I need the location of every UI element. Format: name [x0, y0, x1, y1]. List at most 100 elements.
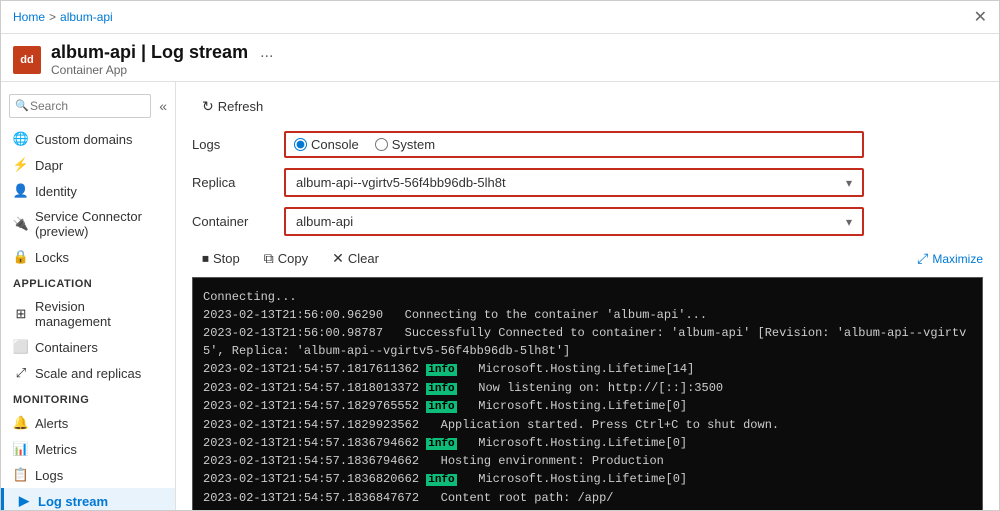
sidebar-item-label: Service Connector (preview)	[35, 209, 163, 239]
sidebar-item-label: Logs	[35, 468, 63, 483]
sidebar-section-application: Application	[1, 270, 175, 294]
maximize-button[interactable]: ⤢ Maximize	[917, 250, 983, 267]
revision-management-icon: ⊞	[13, 306, 29, 322]
search-input[interactable]	[9, 94, 151, 118]
copy-button[interactable]: ⧉ Copy	[254, 246, 318, 271]
copy-icon: ⧉	[264, 250, 274, 267]
container-value: album-api	[296, 214, 353, 229]
radio-system[interactable]: System	[375, 137, 435, 152]
service-connector-icon: 🔌	[13, 216, 29, 232]
sidebar-item-revision-management[interactable]: ⊞ Revision management	[1, 294, 175, 334]
page-header: dd album-api | Log stream ... Container …	[1, 34, 999, 82]
sidebar-item-custom-domains[interactable]: 🌐 Custom domains	[1, 126, 175, 152]
sidebar-item-label: Log stream	[38, 494, 108, 509]
sidebar-item-label: Metrics	[35, 442, 77, 457]
page-title: album-api | Log stream	[51, 42, 248, 63]
sidebar-item-log-stream[interactable]: ▶ Log stream	[1, 488, 175, 510]
log-line: Connecting...	[203, 288, 972, 306]
clear-icon: ✕	[332, 250, 344, 267]
maximize-icon: ⤢	[917, 250, 928, 267]
breadcrumb-home[interactable]: Home	[13, 10, 45, 24]
ellipsis-button[interactable]: ...	[256, 44, 277, 62]
container-dropdown[interactable]: album-api ▾	[284, 207, 864, 236]
log-stream-icon: ▶	[16, 493, 32, 509]
logs-icon: 📋	[13, 467, 29, 483]
identity-icon: 👤	[13, 183, 29, 199]
log-type-group: Console System	[284, 131, 864, 158]
stop-button[interactable]: ⏹ Stop	[192, 246, 250, 271]
sidebar-item-label: Locks	[35, 250, 69, 265]
refresh-icon: ↻	[202, 98, 214, 115]
radio-console-label: Console	[311, 137, 359, 152]
container-label: Container	[192, 214, 272, 229]
log-line: 2023-02-13T21:54:57.1836794662 Hosting e…	[203, 452, 972, 470]
logs-label: Logs	[192, 137, 272, 152]
scale-icon: ⤢	[13, 365, 29, 381]
sidebar-item-alerts[interactable]: 🔔 Alerts	[1, 410, 175, 436]
container-control: album-api ▾	[284, 207, 864, 236]
clear-button[interactable]: ✕ Clear	[322, 246, 389, 271]
sidebar-item-service-connector[interactable]: 🔌 Service Connector (preview)	[1, 204, 175, 244]
breadcrumb: Home > album-api	[13, 10, 113, 24]
app-icon: dd	[13, 46, 41, 74]
page-subtitle: Container App	[51, 63, 277, 77]
logs-type-control: Console System	[284, 131, 864, 158]
sidebar-item-label: Alerts	[35, 416, 68, 431]
locks-icon: 🔒	[13, 249, 29, 265]
sidebar-item-label: Containers	[35, 340, 98, 355]
log-line: 2023-02-13T21:54:57.1829923562 Applicati…	[203, 416, 972, 434]
dapr-icon: ⚡	[13, 157, 29, 173]
stop-icon: ⏹	[202, 250, 209, 267]
sidebar-item-metrics[interactable]: 📊 Metrics	[1, 436, 175, 462]
replica-control: album-api--vgirtv5-56f4bb96db-5lh8t ▾	[284, 168, 864, 197]
log-line: 2023-02-13T21:54:57.1818013372 info Now …	[203, 379, 972, 398]
sidebar-item-containers[interactable]: ⬜ Containers	[1, 334, 175, 360]
radio-console-input[interactable]	[294, 138, 307, 151]
breadcrumb-separator: >	[49, 10, 56, 24]
replica-dropdown[interactable]: album-api--vgirtv5-56f4bb96db-5lh8t ▾	[284, 168, 864, 197]
sidebar-item-dapr[interactable]: ⚡ Dapr	[1, 152, 175, 178]
log-line: 2023-02-13T21:54:57.1836847672 Content r…	[203, 489, 972, 507]
log-line: 2023-02-13T21:57:39368 No logs since las…	[203, 507, 972, 511]
log-line: 2023-02-13T21:54:57.1836794662 info Micr…	[203, 434, 972, 453]
log-line: 2023-02-13T21:54:57.1817611362 info Micr…	[203, 360, 972, 379]
refresh-toolbar: ↻ Refresh	[192, 94, 983, 119]
sidebar-item-locks[interactable]: 🔒 Locks	[1, 244, 175, 270]
alerts-icon: 🔔	[13, 415, 29, 431]
log-action-toolbar: ⏹ Stop ⧉ Copy ✕ Clear	[192, 246, 389, 271]
search-icon: 🔍	[15, 99, 29, 112]
sidebar-item-label: Identity	[35, 184, 77, 199]
radio-console[interactable]: Console	[294, 137, 359, 152]
containers-icon: ⬜	[13, 339, 29, 355]
log-line: 2023-02-13T21:56:00.96290 Connecting to …	[203, 306, 972, 324]
log-line: 2023-02-13T21:54:57.1836820662 info Micr…	[203, 470, 972, 489]
log-terminal: Connecting...2023-02-13T21:56:00.96290 C…	[192, 277, 983, 510]
chevron-down-icon: ▾	[846, 215, 852, 229]
sidebar-item-label: Dapr	[35, 158, 63, 173]
custom-domains-icon: 🌐	[13, 131, 29, 147]
sidebar-item-label: Custom domains	[35, 132, 133, 147]
replica-value: album-api--vgirtv5-56f4bb96db-5lh8t	[296, 175, 506, 190]
refresh-button[interactable]: ↻ Refresh	[192, 94, 273, 119]
breadcrumb-current[interactable]: album-api	[60, 10, 113, 24]
replica-form-row: Replica album-api--vgirtv5-56f4bb96db-5l…	[192, 168, 983, 197]
content-area: ↻ Refresh Logs Console System	[176, 82, 999, 510]
replica-label: Replica	[192, 175, 272, 190]
close-button[interactable]: ✕	[974, 7, 987, 27]
sidebar-item-label: Scale and replicas	[35, 366, 141, 381]
sidebar-item-identity[interactable]: 👤 Identity	[1, 178, 175, 204]
sidebar-collapse-button[interactable]: «	[159, 98, 167, 114]
sidebar-item-logs[interactable]: 📋 Logs	[1, 462, 175, 488]
container-form-row: Container album-api ▾	[192, 207, 983, 236]
radio-system-label: System	[392, 137, 435, 152]
log-line: 2023-02-13T21:56:00.98787 Successfully C…	[203, 324, 972, 360]
radio-system-input[interactable]	[375, 138, 388, 151]
sidebar-section-monitoring: Monitoring	[1, 386, 175, 410]
log-line: 2023-02-13T21:54:57.1829765552 info Micr…	[203, 397, 972, 416]
logs-form-row: Logs Console System	[192, 131, 983, 158]
sidebar-item-label: Revision management	[35, 299, 163, 329]
sidebar: 🔍 « 🌐 Custom domains ⚡ Dapr 👤 Identity 🔌	[1, 82, 176, 510]
chevron-down-icon: ▾	[846, 176, 852, 190]
sidebar-item-scale-and-replicas[interactable]: ⤢ Scale and replicas	[1, 360, 175, 386]
metrics-icon: 📊	[13, 441, 29, 457]
